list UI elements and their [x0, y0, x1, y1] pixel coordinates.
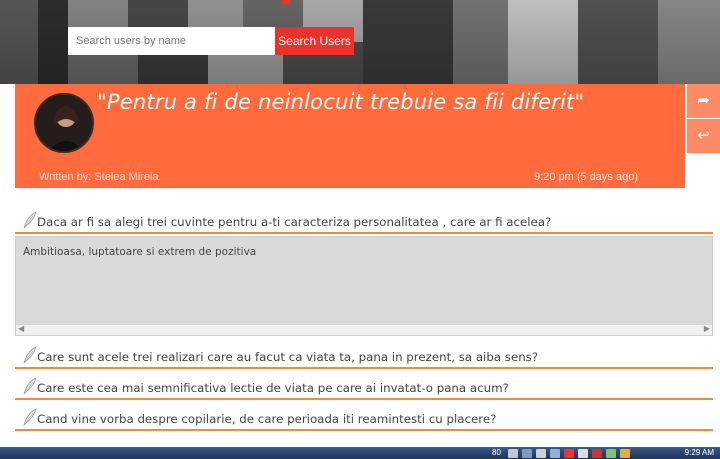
horizontal-scrollbar[interactable]: ◀ ▶ — [16, 324, 712, 335]
tray-app-icon[interactable] — [522, 448, 532, 458]
question-item[interactable]: Care este cea mai semnificativa lectie d… — [15, 376, 713, 400]
tray-app-icon[interactable] — [536, 448, 546, 458]
scroll-left-icon[interactable]: ◀ — [18, 324, 24, 333]
question-text: Daca ar fi sa alegi trei cuvinte pentru … — [37, 215, 552, 229]
banner-accent — [281, 0, 290, 4]
scroll-right-icon[interactable]: ▶ — [704, 324, 710, 333]
tray-app-icon[interactable] — [550, 448, 560, 458]
tray-app-icon[interactable] — [508, 448, 518, 458]
post-header: "Pentru a fi de neinlocuit trebuie sa fi… — [15, 84, 685, 188]
question-item[interactable]: Care sunt acele trei realizari care au f… — [15, 345, 713, 369]
reply-icon[interactable]: ↩ — [687, 119, 720, 153]
question-text: Care este cea mai semnificativa lectie d… — [37, 381, 509, 395]
side-actions: ➦ ↩ — [687, 84, 720, 153]
post-title: "Pentru a fi de neinlocuit trebuie sa fi… — [97, 90, 585, 114]
system-tray — [508, 447, 630, 459]
share-icon[interactable]: ➦ — [687, 84, 720, 118]
page: Search Users "Pentru a fi de neinlocuit … — [0, 0, 720, 459]
taskbar-clock[interactable]: 9:29 AM — [685, 448, 714, 457]
search-input[interactable] — [68, 27, 276, 55]
tray-app-icon[interactable] — [592, 448, 602, 458]
tray-app-icon[interactable] — [578, 448, 588, 458]
question-item[interactable]: Cand vine vorba despre copilarie, de car… — [15, 407, 713, 431]
taskbar: 80 9:29 AM — [0, 447, 720, 459]
question-text: Care sunt acele trei realizari care au f… — [37, 350, 539, 364]
question-text: Cand vine vorba despre copilarie, de car… — [37, 412, 497, 426]
post-timestamp: 9:20 pm (5 days ago) — [534, 171, 638, 183]
tray-indicator: 80 — [492, 448, 501, 457]
avatar[interactable] — [34, 93, 94, 153]
volume-icon[interactable] — [620, 448, 630, 458]
post-author: Written by: Stelea Mirela — [39, 171, 159, 183]
network-icon[interactable] — [606, 448, 616, 458]
banner-collage: Search Users — [0, 0, 720, 84]
answer-text: Ambitioasa, luptatoare si extrem de pozi… — [23, 246, 257, 258]
search-users-button[interactable]: Search Users — [275, 27, 354, 55]
tray-app-icon[interactable] — [564, 448, 574, 458]
answer-textarea[interactable]: Ambitioasa, luptatoare si extrem de pozi… — [15, 236, 713, 336]
question-item[interactable]: Daca ar fi sa alegi trei cuvinte pentru … — [15, 210, 713, 234]
